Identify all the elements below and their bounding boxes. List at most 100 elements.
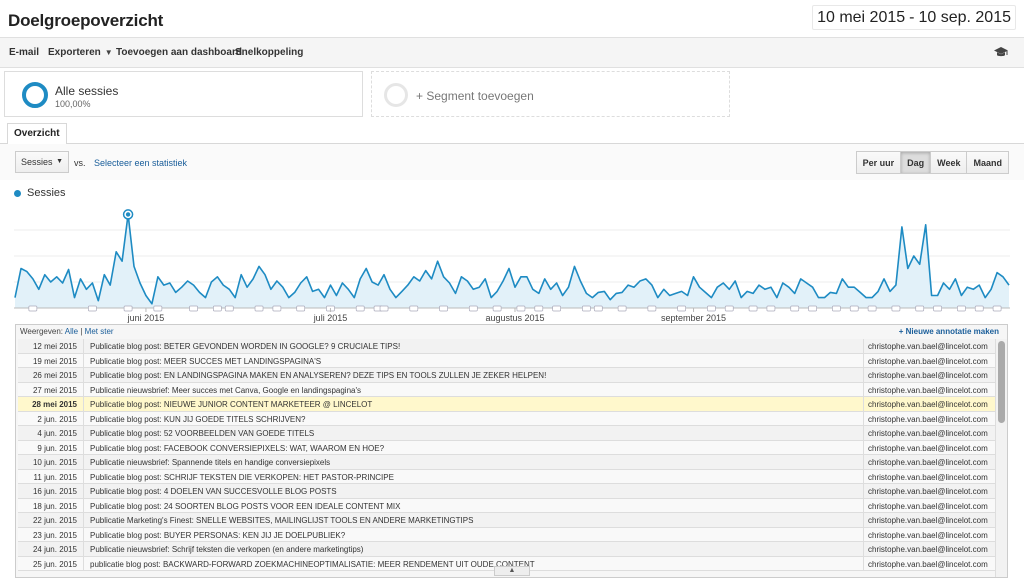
annotation-marker-icon <box>379 305 389 312</box>
annotation-marker-icon <box>534 305 544 312</box>
annotation-date: 4 jun. 2015 <box>18 426 84 440</box>
annotation-text: Publicatie Marketing's Finest: SNELLE WE… <box>84 513 864 527</box>
annotation-marker-icon <box>915 305 925 312</box>
annotation-marker-icon <box>296 305 306 312</box>
collapse-annotations-button[interactable]: ▲ <box>494 566 530 576</box>
metric-select-label: Sessies <box>21 157 53 167</box>
filter-all-link[interactable]: Alle <box>65 327 78 336</box>
annotation-marker-icon <box>707 305 716 312</box>
segment-ring-icon <box>22 82 48 108</box>
annotation-marker-icon <box>748 305 758 312</box>
annotation-marker-icon <box>355 305 365 312</box>
annotation-text: Publicatie blog post: NIEUWE JUNIOR CONT… <box>84 397 864 411</box>
scrollbar-thumb[interactable] <box>998 341 1005 423</box>
annotation-marker-icon <box>88 305 97 312</box>
annotation-date: 2 jun. 2015 <box>18 411 84 426</box>
annotation-date: 16 jun. 2015 <box>18 484 84 498</box>
annotation-user: christophe.van.bael@lincelot.com <box>868 443 988 453</box>
annotation-marker-icon <box>677 305 686 312</box>
shortcut-button[interactable]: Snelkoppeling <box>235 47 303 58</box>
period-week-button[interactable]: Week <box>931 151 968 174</box>
annotation-marker-icon <box>617 305 627 312</box>
annotation-row[interactable]: 23 jun. 2015 Publicatie blog post: BUYER … <box>18 527 995 542</box>
annotation-user: christophe.van.bael@lincelot.com <box>868 429 988 438</box>
annotation-marker-icon <box>766 305 776 312</box>
select-statistic-link[interactable]: Selecteer een statistiek <box>94 158 187 168</box>
email-button[interactable]: E-mail <box>9 47 39 58</box>
annotation-row[interactable]: 28 mei 2015 Publicatie blog post: NIEUWE … <box>18 397 995 412</box>
annotation-marker-icon <box>123 305 133 312</box>
annotation-row[interactable]: 18 jun. 2015 Publicatie blog post: 24 SOO… <box>18 498 995 513</box>
annotation-marker-icon <box>468 305 478 312</box>
annotation-text: Publicatie blog post: SCHRIJF TEKSTEN DI… <box>84 469 864 484</box>
x-tick-label: juni 2015 <box>127 313 165 323</box>
annotation-text: Publicatie blog post: FACEBOOK CONVERSIE… <box>84 440 864 455</box>
sessions-chart[interactable]: juni 2015 juli 2015 augustus 2015 september… <box>14 200 1010 325</box>
tab-bar: Overzicht <box>0 123 1024 145</box>
annotation-date: 27 mei 2015 <box>18 382 84 397</box>
new-annotation-link[interactable]: + Nieuwe annotatie maken <box>899 327 999 336</box>
annotation-marker-icon <box>593 305 603 312</box>
filter-starred-link[interactable]: Met ster <box>85 327 114 336</box>
annotation-marker-icon <box>272 305 282 312</box>
vs-label: vs. <box>74 158 86 168</box>
annotation-marker-icon <box>790 305 800 312</box>
annotation-row[interactable]: 24 jun. 2015 Publicatie nieuwsbrief: Schr… <box>18 542 995 557</box>
annotation-user: christophe.van.bael@lincelot.com <box>868 516 988 525</box>
annotation-row[interactable]: 2 jun. 2015 Publicatie blog post: KUN JIJ… <box>18 411 995 426</box>
annotation-row[interactable]: 10 jun. 2015 Publicatie nieuwsbrief: Span… <box>18 455 995 470</box>
annotation-row[interactable]: 4 jun. 2015 Publicatie blog post: 52 VOOR… <box>18 426 995 441</box>
metric-select[interactable]: Sessies ▼ <box>15 151 69 173</box>
legend-dot-icon <box>14 189 21 197</box>
x-tick-label: augustus 2015 <box>485 313 544 323</box>
annotation-marker-icon <box>582 305 591 312</box>
annotation-marker-icon <box>867 305 877 312</box>
annotation-row[interactable]: 19 mei 2015 Publicatie blog post: MEER SU… <box>18 353 995 368</box>
annotation-marker-icon <box>957 305 966 312</box>
annotation-row[interactable]: 22 jun. 2015 Publicatie Marketing's Fines… <box>18 513 995 528</box>
add-to-dashboard-button[interactable]: Toevoegen aan dashboard <box>116 47 242 58</box>
date-range-picker[interactable]: 10 mei 2015 - 10 sep. 2015 <box>812 5 1016 30</box>
period-day-button[interactable]: Dag <box>901 151 932 174</box>
highlight-point-core <box>125 212 131 217</box>
annotation-user: christophe.van.bael@lincelot.com <box>868 487 988 496</box>
segment-all-sessions[interactable]: Alle sessies 100,00% <box>4 71 363 117</box>
tab-overview[interactable]: Overzicht <box>7 123 67 145</box>
annotation-text: Publicatie nieuwsbrief: Spannende titels… <box>84 455 864 469</box>
annotation-row[interactable]: 11 jun. 2015 Publicatie blog post: SCHRIJ… <box>18 469 995 484</box>
annotation-text: Publicatie nieuwsbrief: Meer succes met … <box>84 382 864 397</box>
date-separator: - <box>909 9 915 26</box>
annotation-date: 24 jun. 2015 <box>18 542 84 556</box>
add-segment-label: + Segment toevoegen <box>416 89 534 103</box>
annotation-user: christophe.van.bael@lincelot.com <box>868 472 988 482</box>
annotation-row[interactable]: 16 jun. 2015 Publicatie blog post: 4 DOEL… <box>18 484 995 499</box>
filter-divider: | <box>80 327 83 336</box>
annotation-marker-icon <box>189 305 198 312</box>
export-button[interactable]: Exporteren ▼ <box>48 47 113 58</box>
annotation-text: Publicatie blog post: KUN JIJ GOEDE TITE… <box>84 411 864 426</box>
annotation-row[interactable]: 26 mei 2015 Publicatie blog post: EN LAND… <box>18 368 995 383</box>
annotation-row[interactable]: 9 jun. 2015 Publicatie blog post: FACEBOO… <box>18 440 995 455</box>
annotation-row[interactable]: 12 mei 2015 Publicatie blog post: BETER G… <box>18 339 995 354</box>
annotation-row[interactable]: 27 mei 2015 Publicatie nieuwsbrief: Meer … <box>18 382 995 397</box>
mortarboard-icon[interactable] <box>993 44 1009 60</box>
report-toolbar: E-mail Exporteren ▼ Toevoegen aan dashboa… <box>0 38 1024 68</box>
annotation-marker-icon <box>849 305 859 312</box>
annotation-date: 9 jun. 2015 <box>18 440 84 455</box>
segments-area: Alle sessies 100,00% + Segment toevoegen <box>0 68 1024 124</box>
annotation-marker-icon <box>832 305 841 312</box>
annotation-text: publicatie blog post: BACKWARD-FORWARD Z… <box>84 556 864 571</box>
period-hour-button[interactable]: Per uur <box>855 151 902 174</box>
period-month-button[interactable]: Maand <box>967 151 1009 174</box>
annotations-scrollbar[interactable] <box>995 339 1007 577</box>
annotation-user: christophe.van.bael@lincelot.com <box>868 342 988 351</box>
annotation-date: 26 mei 2015 <box>18 368 84 382</box>
add-segment-button[interactable]: + Segment toevoegen <box>371 71 730 117</box>
annotation-date: 18 jun. 2015 <box>18 498 84 513</box>
annotation-marker-icon <box>933 305 942 312</box>
annotation-date: 25 jun. 2015 <box>18 556 84 571</box>
annotation-text: Publicatie blog post: 4 DOELEN VAN SUCCE… <box>84 484 864 498</box>
annotation-user: christophe.van.bael@lincelot.com <box>868 400 988 409</box>
annotations-header: Weergeven: Alle | Met ster + Nieuwe anno… <box>16 325 1007 339</box>
date-end: 10 sep. 2015 <box>918 9 1011 26</box>
